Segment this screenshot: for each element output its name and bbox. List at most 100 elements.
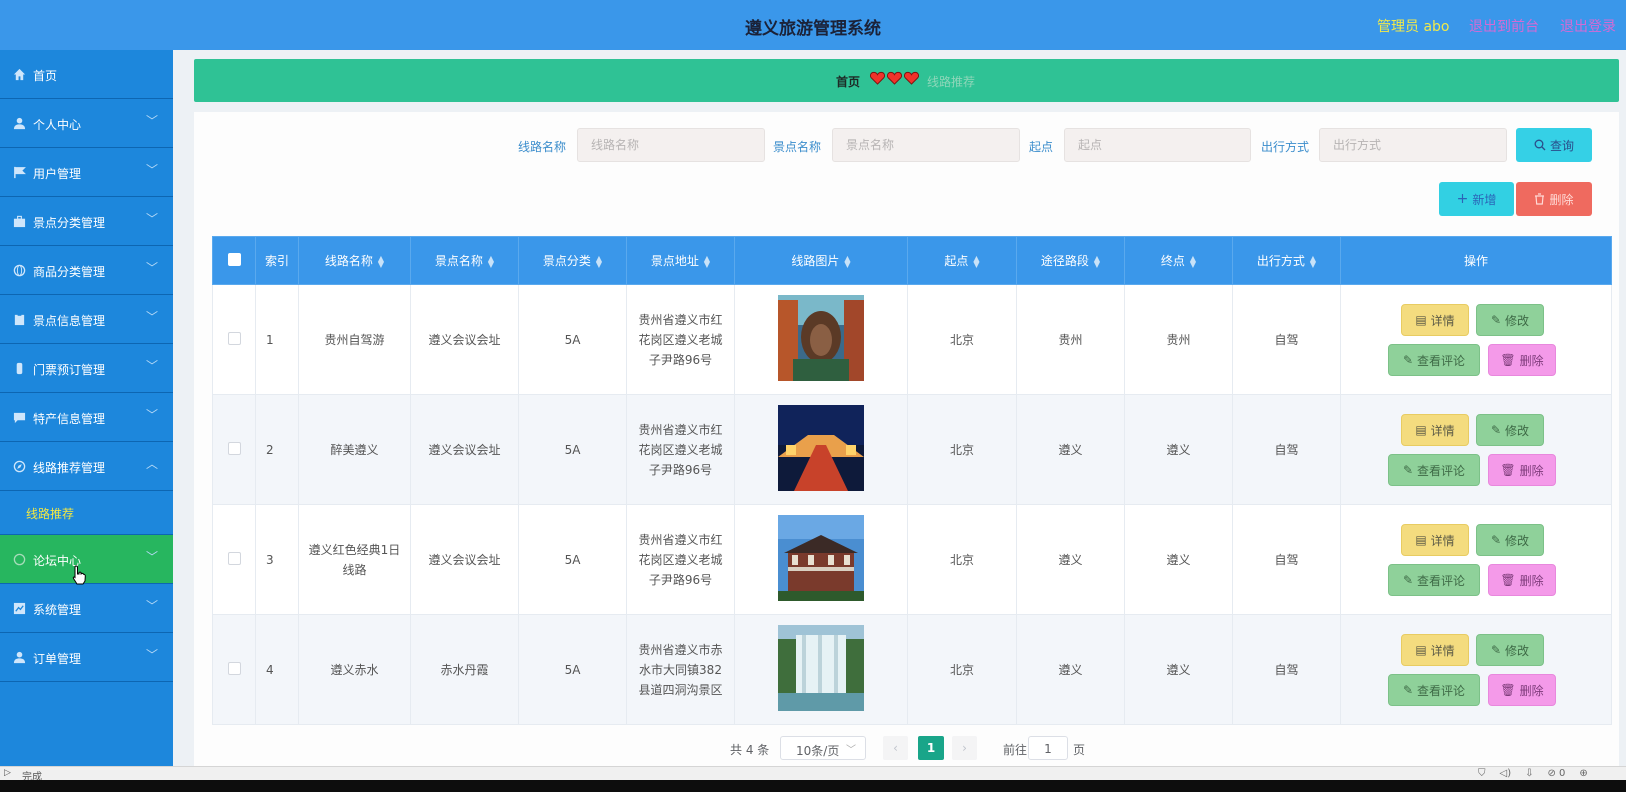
goto-page-input[interactable]: 1	[1028, 736, 1068, 760]
sort-icon[interactable]: ▲ ▼	[1190, 254, 1196, 268]
sidebar-item-forum-center[interactable]: 论坛中心 ﹀	[0, 535, 173, 584]
spot-category-cell: 5A	[518, 284, 627, 395]
header-cell-sortable[interactable]: 景点分类 ▲ ▼	[518, 236, 627, 285]
delete-selected-button[interactable]: 删除	[1516, 182, 1592, 216]
download-icon[interactable]: ⇩	[1525, 768, 1533, 779]
operations-cell: ▤ 详情 ✎ 修改 ✎ 查看评论 🗑 删除	[1340, 614, 1612, 725]
travel-mode-cell: 自驾	[1232, 394, 1341, 505]
route-name-input[interactable]	[577, 128, 765, 162]
sort-icon[interactable]: ▲ ▼	[704, 254, 710, 268]
chevron-down-icon: ﹀	[146, 212, 159, 226]
header-cell-sortable[interactable]: 景点地址 ▲ ▼	[626, 236, 735, 285]
submenu-item-route-recommend[interactable]: 线路推荐	[0, 491, 173, 535]
detail-button[interactable]: ▤ 详情	[1401, 414, 1469, 446]
spot-name-input[interactable]	[832, 128, 1020, 162]
header-cell-sortable[interactable]: 起点 ▲ ▼	[907, 236, 1017, 285]
view-reviews-button[interactable]: ✎ 查看评论	[1388, 344, 1480, 376]
sort-icon[interactable]: ▲ ▼	[1094, 254, 1100, 268]
logout-link[interactable]: 退出登录	[1560, 16, 1616, 36]
delete-row-button[interactable]: 🗑 删除	[1488, 344, 1556, 376]
shield-icon[interactable]: ⛉	[1478, 768, 1486, 779]
row-checkbox[interactable]	[227, 551, 241, 565]
view-reviews-button[interactable]: ✎ 查看评论	[1388, 564, 1480, 596]
header-cell-sortable[interactable]: 线路名称 ▲ ▼	[298, 236, 411, 285]
delete-row-button[interactable]: 🗑 删除	[1488, 674, 1556, 706]
add-button[interactable]: + 新增	[1439, 182, 1514, 216]
sidebar-item-order-management[interactable]: 订单管理 ﹀	[0, 633, 173, 682]
sidebar-item-route-recommend[interactable]: 线路推荐管理 ︿	[0, 442, 173, 491]
row-checkbox[interactable]	[227, 331, 241, 345]
view-reviews-button[interactable]: ✎ 查看评论	[1388, 454, 1480, 486]
header-cell: 索引	[255, 236, 299, 285]
prev-page-button[interactable]: ‹	[883, 736, 908, 760]
delete-row-button[interactable]: 🗑 删除	[1488, 564, 1556, 596]
search-icon	[1534, 139, 1546, 151]
start-cell: 北京	[907, 394, 1017, 505]
speaker-icon[interactable]: ◁)	[1500, 768, 1512, 779]
table-row: 3 遵义红色经典1日线路 遵义会议会址 5A 贵州省遵义市红花岗区遵义老城子尹路96号 北…	[212, 504, 1612, 615]
sidebar-item-label: 系统管理	[33, 603, 82, 617]
view-reviews-button[interactable]: ✎ 查看评论	[1388, 674, 1480, 706]
start-input[interactable]	[1064, 128, 1251, 162]
edit-button[interactable]: ✎ 修改	[1476, 524, 1544, 556]
next-page-button[interactable]: ›	[952, 736, 977, 760]
row-checkbox[interactable]	[227, 441, 241, 455]
edit-button[interactable]: ✎ 修改	[1476, 634, 1544, 666]
header-cell-sortable[interactable]: 线路图片 ▲ ▼	[734, 236, 908, 285]
sidebar-item-label: 订单管理	[33, 652, 82, 666]
detail-button[interactable]: ▤ 详情	[1401, 304, 1469, 336]
route-name-cell: 遵义赤水	[298, 614, 411, 725]
spot-category-cell: 5A	[518, 394, 627, 505]
header-label: 景点分类	[542, 254, 591, 268]
route-name-cell: 遵义红色经典1日线路	[298, 504, 411, 615]
page-number-current[interactable]: 1	[918, 736, 944, 760]
zoom-icon[interactable]: ⊕	[1579, 768, 1587, 779]
sidebar: 首页 个人中心 ﹀ 用户管理 ﹀ 景点分类管理 ﹀ 商品分类管理 ﹀ 景点信息管…	[0, 50, 173, 766]
sidebar-item-personal-center[interactable]: 个人中心 ﹀	[0, 99, 173, 148]
sort-icon[interactable]: ▲ ▼	[378, 254, 384, 268]
sort-icon[interactable]: ▲ ▼	[973, 254, 979, 268]
sort-icon[interactable]: ▲ ▼	[844, 254, 850, 268]
header-label: 景点地址	[650, 254, 699, 268]
sidebar-item-system-management[interactable]: 系统管理 ﹀	[0, 584, 173, 633]
sidebar-item-label: 景点信息管理	[33, 314, 106, 328]
sidebar-item-label: 景点分类管理	[33, 216, 106, 230]
header-cell-sortable[interactable]: 终点 ▲ ▼	[1124, 236, 1233, 285]
block-count[interactable]: ⊘ 0	[1547, 768, 1565, 779]
detail-button[interactable]: ▤ 详情	[1401, 634, 1469, 666]
route-image	[778, 515, 864, 601]
travel-mode-input[interactable]	[1319, 128, 1507, 162]
breadcrumb-home[interactable]: 首页	[836, 73, 860, 90]
select-all-checkbox[interactable]	[227, 252, 241, 266]
header-cell-sortable[interactable]: 出行方式 ▲ ▼	[1232, 236, 1341, 285]
back-to-front-link[interactable]: 退出到前台	[1469, 16, 1539, 36]
sort-icon[interactable]: ▲ ▼	[1310, 254, 1316, 268]
sidebar-item-label: 线路推荐管理	[33, 461, 106, 475]
row-checkbox[interactable]	[227, 661, 241, 675]
query-button[interactable]: 查询	[1516, 128, 1592, 162]
document-icon: ▤	[1415, 643, 1427, 657]
header-cell: 操作	[1340, 236, 1612, 285]
header-cell-sortable[interactable]: 景点名称 ▲ ▼	[410, 236, 519, 285]
header-cell-sortable[interactable]: 途径路段 ▲ ▼	[1016, 236, 1125, 285]
sidebar-item-spot-info[interactable]: 景点信息管理 ﹀	[0, 295, 173, 344]
sidebar-item-user-management[interactable]: 用户管理 ﹀	[0, 148, 173, 197]
delete-row-button[interactable]: 🗑 删除	[1488, 454, 1556, 486]
chevron-down-icon: ﹀	[146, 114, 159, 128]
detail-button[interactable]: ▤ 详情	[1401, 524, 1469, 556]
sort-icon[interactable]: ▲ ▼	[596, 254, 602, 268]
table-row: 1 贵州自驾游 遵义会议会址 5A 贵州省遵义市红花岗区遵义老城子尹路96号 北京 贵州 贵州…	[212, 284, 1612, 395]
view-reviews-button-label: 查看评论	[1417, 683, 1466, 698]
start-cell: 北京	[907, 504, 1017, 615]
page-size-select[interactable]: 10条/页 ﹀	[780, 736, 866, 760]
sidebar-item-ticket-booking[interactable]: 门票预订管理 ﹀	[0, 344, 173, 393]
sidebar-item-product-category[interactable]: 商品分类管理 ﹀	[0, 246, 173, 295]
sidebar-item-home[interactable]: 首页	[0, 50, 173, 99]
route-image	[778, 405, 864, 491]
sort-icon[interactable]: ▲ ▼	[488, 254, 494, 268]
row-select-cell	[212, 284, 256, 395]
sidebar-item-spot-category[interactable]: 景点分类管理 ﹀	[0, 197, 173, 246]
sidebar-item-specialty-info[interactable]: 特产信息管理 ﹀	[0, 393, 173, 442]
edit-button[interactable]: ✎ 修改	[1476, 414, 1544, 446]
edit-button[interactable]: ✎ 修改	[1476, 304, 1544, 336]
